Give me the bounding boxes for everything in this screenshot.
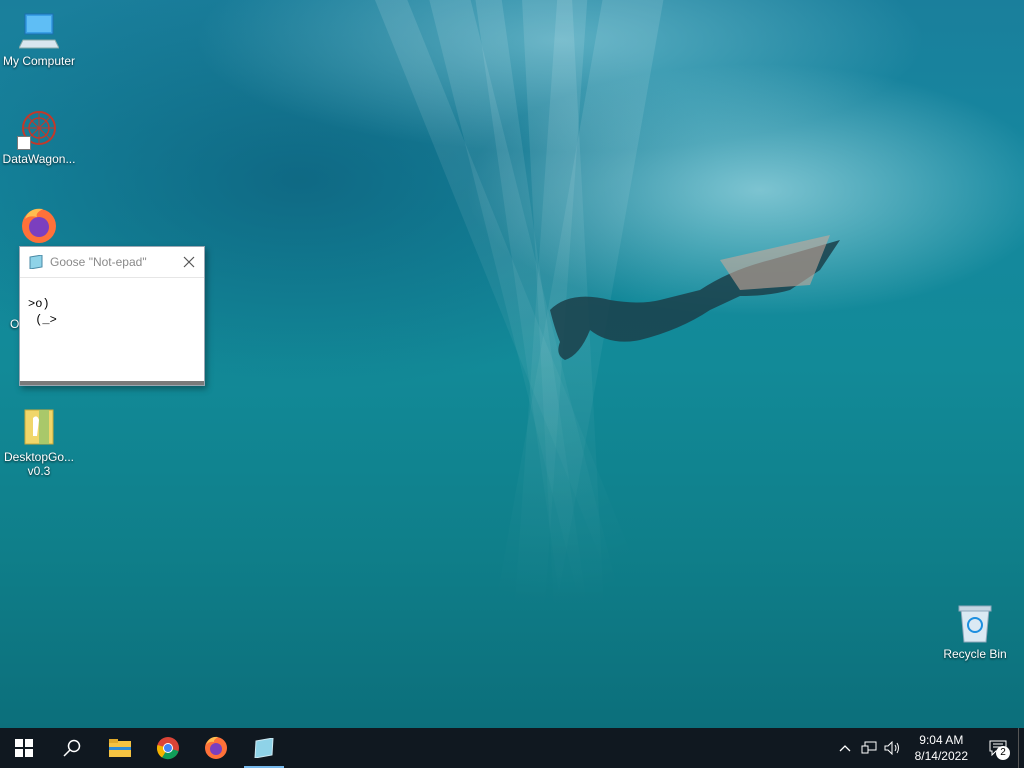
desktop-icon-label: DataWagon...	[2, 152, 76, 166]
desktop-icon-label: My Computer	[2, 54, 76, 68]
start-button[interactable]	[0, 728, 48, 768]
desktop-icon-recycle-bin[interactable]: Recycle Bin	[937, 603, 1013, 661]
clock-time: 9:04 AM	[919, 733, 964, 747]
datawagon-icon	[17, 108, 59, 150]
notepad-icon	[254, 738, 274, 758]
desktop-icon-label: Recycle Bin	[943, 647, 1007, 661]
diver-silhouette	[550, 235, 840, 360]
computer-icon	[18, 10, 60, 50]
windows-start-icon	[15, 739, 33, 757]
taskbar-file-explorer[interactable]	[96, 728, 144, 768]
search-button[interactable]	[48, 728, 96, 768]
window-titlebar[interactable]: Goose "Not-epad"	[20, 247, 204, 278]
chrome-icon	[156, 737, 179, 760]
shortcut-arrow-icon	[17, 136, 31, 150]
notification-count-badge: 2	[996, 746, 1010, 760]
folder-icon	[19, 406, 59, 446]
desktop-icon-datawagon[interactable]: DataWagon...	[1, 108, 77, 166]
chevron-up-icon	[839, 745, 851, 752]
desktop-icon-label: DesktopGo... v0.3	[3, 450, 75, 478]
goose-notepad-window[interactable]: Goose "Not-epad" >o) (_>	[19, 246, 205, 386]
firefox-icon	[205, 736, 227, 759]
speaker-icon	[884, 741, 899, 755]
notepad-icon	[28, 254, 44, 270]
firefox-icon	[19, 205, 59, 245]
system-tray: 9:04 AM 8/14/2022 2	[833, 728, 1024, 768]
desktop: My Computer DataWagon... O DesktopGo... …	[0, 0, 1024, 728]
network-button[interactable]	[857, 728, 881, 768]
taskbar-clock[interactable]: 9:04 AM 8/14/2022	[905, 732, 978, 764]
network-icon	[861, 741, 877, 754]
search-icon	[63, 739, 81, 757]
taskbar-goose-notepad[interactable]	[240, 728, 288, 768]
taskbar: 9:04 AM 8/14/2022 2	[0, 728, 1024, 768]
close-icon[interactable]	[174, 247, 204, 277]
window-bottom-bar	[20, 381, 204, 385]
clock-date: 8/14/2022	[914, 749, 968, 763]
file-explorer-icon	[109, 739, 131, 757]
volume-button[interactable]	[881, 728, 905, 768]
show-hidden-icons-button[interactable]	[833, 728, 857, 768]
desktop-icon-my-computer[interactable]: My Computer	[1, 10, 77, 68]
recycle-bin-icon	[955, 603, 995, 643]
show-desktop-button[interactable]	[1018, 728, 1024, 768]
taskbar-chrome[interactable]	[144, 728, 192, 768]
taskbar-firefox[interactable]	[192, 728, 240, 768]
window-title: Goose "Not-epad"	[50, 255, 147, 269]
action-center-button[interactable]: 2	[978, 728, 1018, 768]
text-area[interactable]: >o) (_>	[20, 278, 204, 328]
desktop-icon-desktopgoose[interactable]: DesktopGo... v0.3	[1, 406, 77, 478]
